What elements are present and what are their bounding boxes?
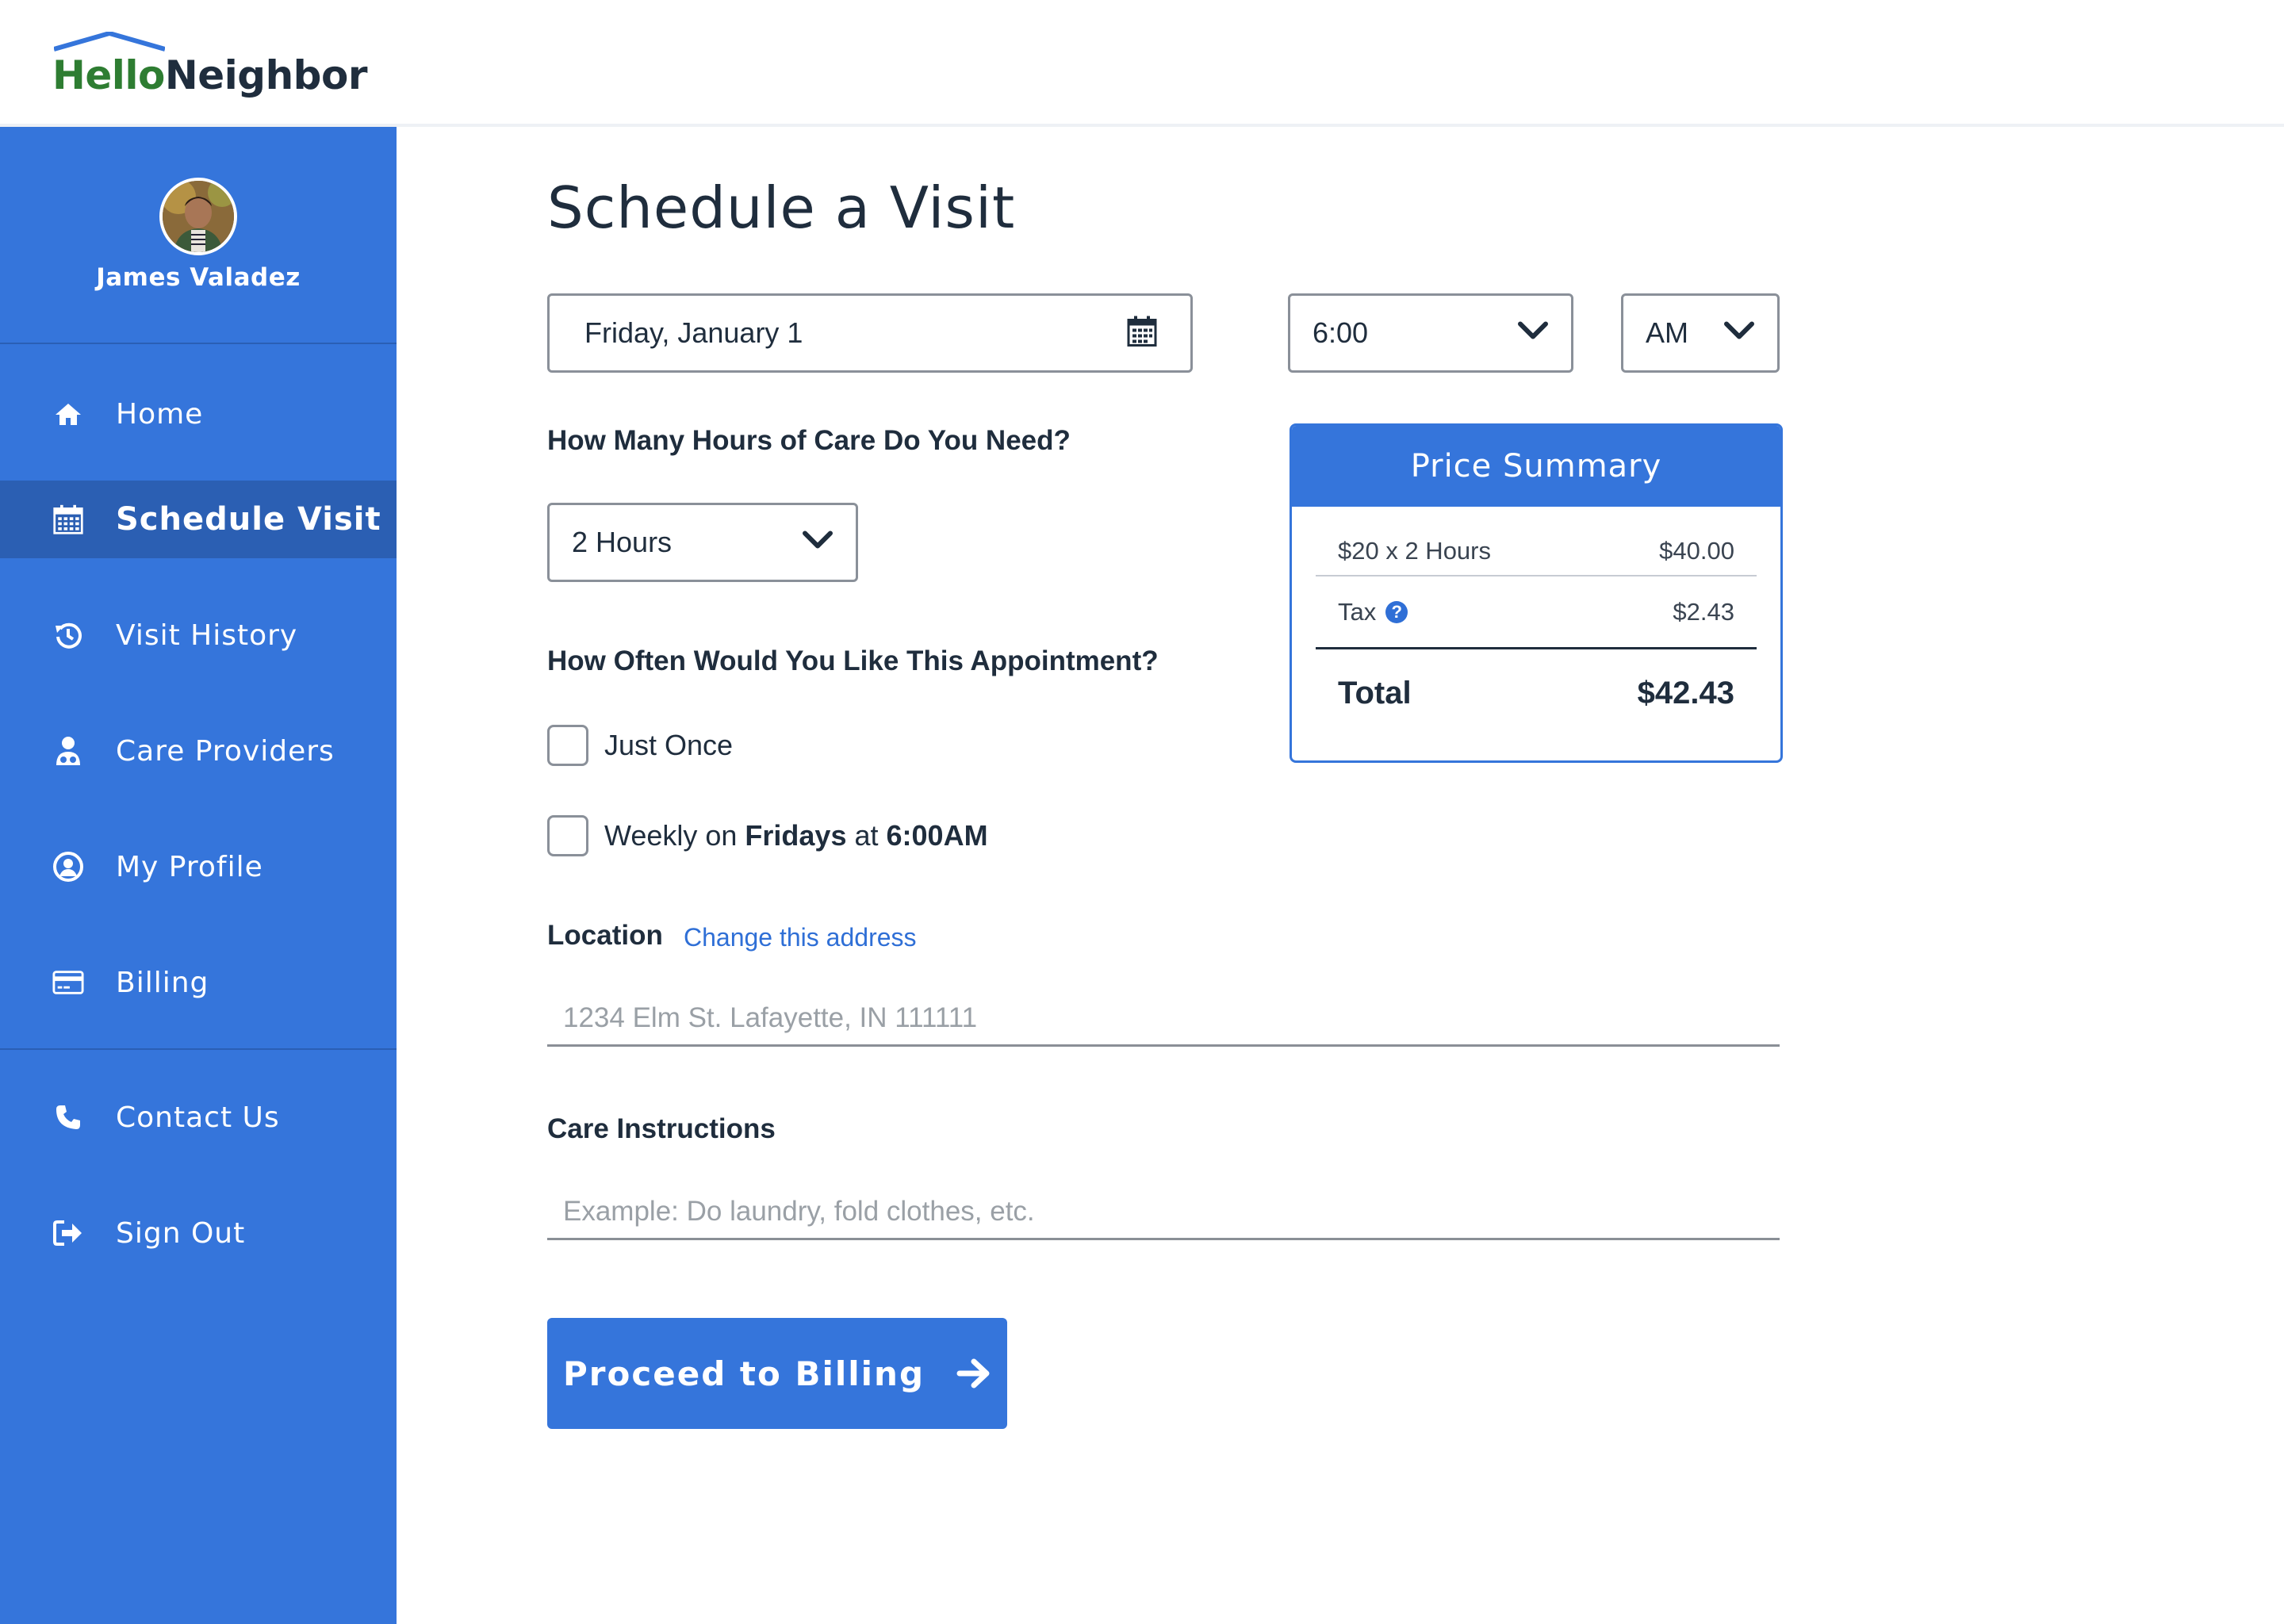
sidebar-item-my-profile[interactable]: My Profile — [0, 828, 397, 906]
calendar-icon[interactable] — [1127, 316, 1157, 351]
sidebar-item-sign-out[interactable]: Sign Out — [0, 1194, 397, 1272]
date-value: Friday, January 1 — [584, 316, 803, 349]
care-provider-icon — [52, 735, 84, 767]
hours-value: 2 Hours — [572, 526, 673, 558]
sidebar-item-label: Schedule Visit — [116, 501, 381, 538]
user-circle-icon — [52, 851, 84, 883]
user-profile-block: James Valadez — [0, 127, 397, 344]
top-header: HelloNeighbor — [0, 0, 2284, 127]
care-instructions-input[interactable] — [547, 1185, 1780, 1240]
sidebar-item-visit-history[interactable]: Visit History — [0, 596, 397, 674]
logo-hello: Hello — [52, 52, 165, 98]
change-address-link[interactable]: Change this address — [684, 923, 917, 952]
time-value: 6:00 — [1313, 316, 1369, 349]
price-line-value: $40.00 — [1659, 537, 1734, 565]
page-title: Schedule a Visit — [547, 174, 1016, 241]
sidebar-item-schedule-visit[interactable]: Schedule Visit — [0, 481, 397, 558]
care-instructions-label: Care Instructions — [547, 1113, 776, 1144]
tax-row: Tax ? $2.43 — [1316, 576, 1757, 649]
sidebar-item-label: My Profile — [116, 850, 263, 883]
chevron-down-icon — [1723, 321, 1755, 346]
chevron-down-icon — [802, 530, 834, 555]
total-row: Total $42.43 — [1316, 649, 1757, 737]
location-input[interactable] — [547, 991, 1780, 1047]
chevron-down-icon — [1517, 321, 1549, 346]
avatar[interactable] — [159, 178, 237, 255]
proceed-to-billing-button[interactable]: Proceed to Billing — [547, 1318, 1007, 1429]
tax-value: $2.43 — [1673, 597, 1734, 626]
history-icon — [52, 619, 84, 651]
arrow-right-icon — [956, 1358, 990, 1388]
hours-question: How Many Hours of Care Do You Need? — [547, 425, 1071, 456]
proceed-label: Proceed to Billing — [562, 1354, 925, 1393]
date-picker[interactable]: Friday, January 1 — [547, 293, 1193, 373]
total-value: $42.43 — [1637, 675, 1734, 710]
sidebar-item-contact-us[interactable]: Contact Us — [0, 1078, 397, 1156]
sidebar-divider — [0, 1048, 397, 1050]
roof-icon — [54, 32, 165, 52]
sidebar: James Valadez Home Schedule Visit Visit … — [0, 127, 397, 1624]
just-once-option[interactable]: Just Once — [547, 725, 733, 766]
sidebar-item-billing[interactable]: Billing — [0, 944, 397, 1021]
home-icon — [52, 398, 84, 430]
tax-label-wrap: Tax ? — [1338, 598, 1408, 626]
total-label: Total — [1338, 675, 1412, 710]
price-summary-card: Price Summary $20 x 2 Hours $40.00 Tax ?… — [1290, 423, 1783, 763]
help-icon[interactable]: ? — [1385, 600, 1408, 623]
sidebar-item-label: Care Providers — [116, 734, 335, 768]
sidebar-item-label: Sign Out — [116, 1216, 246, 1250]
sidebar-item-label: Billing — [116, 966, 209, 999]
ampm-select[interactable]: AM — [1621, 293, 1780, 373]
location-label: Location — [547, 920, 663, 951]
just-once-label: Just Once — [604, 729, 734, 761]
weekly-checkbox[interactable] — [547, 815, 588, 856]
weekly-mid: at — [846, 819, 887, 852]
weekly-label: Weekly on Fridays at 6:00AM — [604, 819, 988, 852]
sidebar-item-label: Home — [116, 397, 204, 431]
tax-label: Tax — [1338, 597, 1377, 626]
credit-card-icon — [52, 967, 84, 998]
hours-select[interactable]: 2 Hours — [547, 503, 858, 582]
phone-icon — [52, 1101, 84, 1133]
ampm-value: AM — [1646, 316, 1688, 349]
weekly-option[interactable]: Weekly on Fridays at 6:00AM — [547, 815, 988, 856]
weekly-prefix: Weekly on — [604, 819, 745, 852]
price-line-row: $20 x 2 Hours $40.00 — [1316, 527, 1757, 576]
calendar-icon — [52, 504, 84, 535]
hello-neighbor-logo[interactable]: HelloNeighbor — [52, 32, 367, 95]
sidebar-item-label: Contact Us — [116, 1101, 280, 1134]
weekly-day: Fridays — [745, 819, 847, 852]
weekly-time: 6:00AM — [886, 819, 988, 852]
sidebar-item-label: Visit History — [116, 619, 298, 652]
logo-neighbor: Neighbor — [164, 52, 368, 98]
frequency-question: How Often Would You Like This Appointmen… — [547, 645, 1159, 676]
sign-out-icon — [52, 1217, 84, 1249]
just-once-checkbox[interactable] — [547, 725, 588, 766]
user-name: James Valadez — [96, 263, 301, 292]
sidebar-item-care-providers[interactable]: Care Providers — [0, 712, 397, 790]
price-line-label: $20 x 2 Hours — [1338, 537, 1491, 565]
time-select[interactable]: 6:00 — [1288, 293, 1573, 373]
sidebar-item-home[interactable]: Home — [0, 375, 397, 453]
price-summary-title: Price Summary — [1292, 426, 1780, 507]
